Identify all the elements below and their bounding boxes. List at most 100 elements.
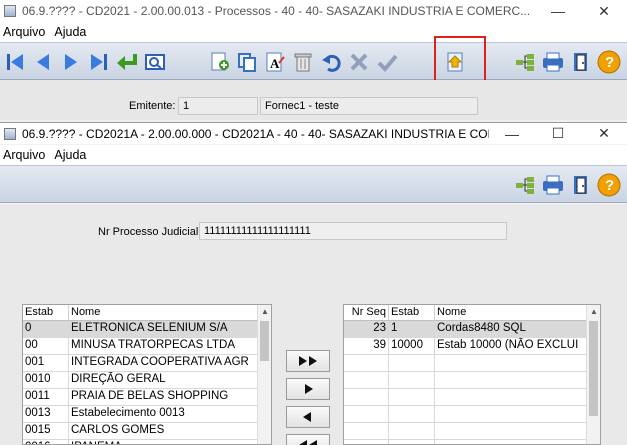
undo-icon[interactable]	[318, 49, 344, 75]
table-row[interactable]: 0 ELETRONICA SELENIUM S/A	[23, 321, 271, 338]
cell-estab: 0010	[23, 372, 69, 389]
first-icon[interactable]	[2, 49, 28, 75]
close-button[interactable]: ✕	[581, 123, 627, 145]
table-row[interactable]: 0010 DIREÇÃO GERAL	[23, 372, 271, 389]
goto-icon[interactable]	[114, 49, 140, 75]
maximize-button[interactable]: ☐	[535, 123, 581, 145]
col-estab[interactable]: Estab	[389, 305, 435, 321]
svg-text:?: ?	[605, 54, 614, 71]
emitente-panel: Emitente: 1 Fornec1 - teste	[0, 80, 627, 120]
processo-label: Nr Processo Judicial:	[98, 226, 202, 238]
remove-all-button[interactable]	[286, 434, 330, 445]
add-button[interactable]	[286, 378, 330, 400]
left-grid[interactable]: Estab Nome 0 ELETRONICA SELENIUM S/A 00 MIN…	[22, 304, 272, 445]
print-icon[interactable]	[540, 172, 566, 198]
table-row[interactable]	[344, 372, 600, 389]
cell-estab: 0016	[23, 440, 69, 444]
cell-nome: MINUSA TRATORPECAS LTDA	[69, 338, 259, 355]
col-nome[interactable]: Nome	[435, 305, 588, 321]
right-grid[interactable]: Nr Seq Estab Nome 23 1 Cordas8480 SQL 39 100…	[343, 304, 601, 445]
cell-nome	[435, 423, 588, 440]
last-icon[interactable]	[86, 49, 112, 75]
table-row[interactable]: 39 10000 Estab 10000 (NÃO EXCLUI	[344, 338, 600, 355]
cell-nome: DIREÇÃO GERAL	[69, 372, 259, 389]
cell-nome: ELETRONICA SELENIUM S/A	[69, 321, 259, 338]
add-all-button[interactable]	[286, 350, 330, 372]
help-icon[interactable]: ?	[596, 49, 622, 75]
back-window-title: 06.9.???? - CD2021 - 2.00.00.013 - Proce…	[22, 4, 531, 18]
menu-ajuda[interactable]: Ajuda	[51, 25, 92, 39]
cell-estab: 0011	[23, 389, 69, 406]
exit-icon[interactable]	[568, 172, 594, 198]
tree-icon[interactable]	[512, 172, 538, 198]
menu-ajuda[interactable]: Ajuda	[51, 148, 92, 162]
table-row[interactable]: 00 MINUSA TRATORPECAS LTDA	[23, 338, 271, 355]
cell-nr-seq: 23	[344, 321, 389, 338]
table-row[interactable]: 0015 CARLOS GOMES	[23, 423, 271, 440]
svg-text:?: ?	[605, 177, 614, 194]
scroll-thumb[interactable]	[260, 321, 269, 361]
col-nr-seq[interactable]: Nr Seq	[344, 305, 389, 321]
cell-estab: 0	[23, 321, 69, 338]
table-row[interactable]: 0016IPANEMA	[23, 440, 271, 444]
minimize-button[interactable]: —	[535, 0, 581, 22]
emitente-code-field[interactable]: 1	[178, 97, 258, 115]
scroll-thumb[interactable]	[589, 321, 598, 416]
table-row[interactable]	[344, 440, 600, 444]
table-row[interactable]	[344, 423, 600, 440]
table-row[interactable]: 23 1 Cordas8480 SQL	[344, 321, 600, 338]
cell-nr-seq	[344, 355, 389, 372]
cell-nome	[435, 406, 588, 423]
cell-estab	[389, 389, 435, 406]
scroll-up-icon[interactable]: ▲	[258, 305, 271, 319]
col-estab[interactable]: Estab	[23, 305, 69, 321]
front-menubar: Arquivo Ajuda	[0, 145, 627, 165]
right-grid-scrollbar[interactable]: ▲	[586, 305, 600, 444]
print-icon[interactable]	[540, 49, 566, 75]
cell-nome: IPANEMA	[69, 440, 259, 444]
cell-estab	[389, 372, 435, 389]
front-content: Nr Processo Judicial: 111111111111111111…	[0, 204, 627, 445]
copy-icon[interactable]	[234, 49, 260, 75]
cell-nome	[435, 440, 588, 444]
cell-estab: 10000	[389, 338, 435, 355]
menu-arquivo[interactable]: Arquivo	[0, 148, 51, 162]
confirm-icon[interactable]	[374, 49, 400, 75]
delete-icon[interactable]	[290, 49, 316, 75]
back-window-titlebar: 06.9.???? - CD2021 - 2.00.00.013 - Proce…	[0, 0, 627, 22]
scroll-up-icon[interactable]: ▲	[587, 305, 600, 319]
next-icon[interactable]	[58, 49, 84, 75]
svg-text:A: A	[270, 56, 280, 71]
cell-estab: 001	[23, 355, 69, 372]
table-row[interactable]	[344, 406, 600, 423]
processo-field[interactable]: 11111111111111111111	[199, 222, 507, 240]
help-icon[interactable]: ?	[596, 172, 622, 198]
cell-nome: INTEGRADA COOPERATIVA AGR	[69, 355, 259, 372]
menu-arquivo[interactable]: Arquivo	[0, 25, 51, 39]
cell-estab: 00	[23, 338, 69, 355]
cell-estab	[389, 423, 435, 440]
table-row[interactable]: 0013 Estabelecimento 0013	[23, 406, 271, 423]
new-icon[interactable]	[206, 49, 232, 75]
minimize-button[interactable]: —	[489, 123, 535, 145]
search-icon[interactable]	[142, 49, 168, 75]
table-row[interactable]: 0011 PRAIA DE BELAS SHOPPING	[23, 389, 271, 406]
cell-nr-seq	[344, 372, 389, 389]
emitente-name-field[interactable]: Fornec1 - teste	[260, 97, 478, 115]
prev-icon[interactable]	[30, 49, 56, 75]
cell-estab: 1	[389, 321, 435, 338]
table-row[interactable]: 001 INTEGRADA COOPERATIVA AGR	[23, 355, 271, 372]
cell-nome	[435, 389, 588, 406]
cell-nome: Estab 10000 (NÃO EXCLUI	[435, 338, 588, 355]
tree-icon[interactable]	[512, 49, 538, 75]
left-grid-scrollbar[interactable]: ▲	[257, 305, 271, 444]
close-button[interactable]: ✕	[581, 0, 627, 22]
col-nome[interactable]: Nome	[69, 305, 259, 321]
cell-estab	[389, 406, 435, 423]
edit-icon[interactable]: A	[262, 49, 288, 75]
table-row[interactable]	[344, 389, 600, 406]
remove-button[interactable]	[286, 406, 330, 428]
exit-icon[interactable]	[568, 49, 594, 75]
cancel-icon[interactable]	[346, 49, 372, 75]
table-row[interactable]	[344, 355, 600, 372]
